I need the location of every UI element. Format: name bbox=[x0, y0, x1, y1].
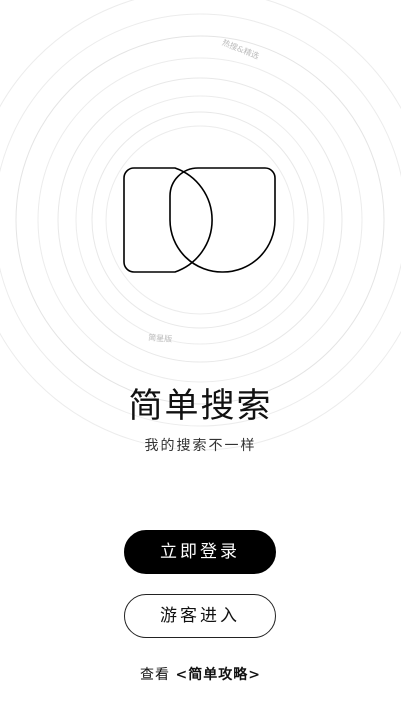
guide-row: 查看 <简单攻略> bbox=[0, 664, 401, 686]
ring-label-bottom: 简星版 bbox=[148, 332, 173, 344]
guide-link[interactable]: <简单攻略> bbox=[175, 667, 260, 683]
login-button[interactable]: 立即登录 bbox=[124, 530, 276, 574]
app-slogan: 我的搜索不一样 bbox=[144, 438, 257, 454]
guide-prefix: 查看 bbox=[140, 667, 176, 683]
app-logo-icon bbox=[123, 167, 276, 273]
app-title: 简单搜索 bbox=[128, 386, 273, 426]
guest-entry-button[interactable]: 游客进入 bbox=[124, 594, 276, 638]
